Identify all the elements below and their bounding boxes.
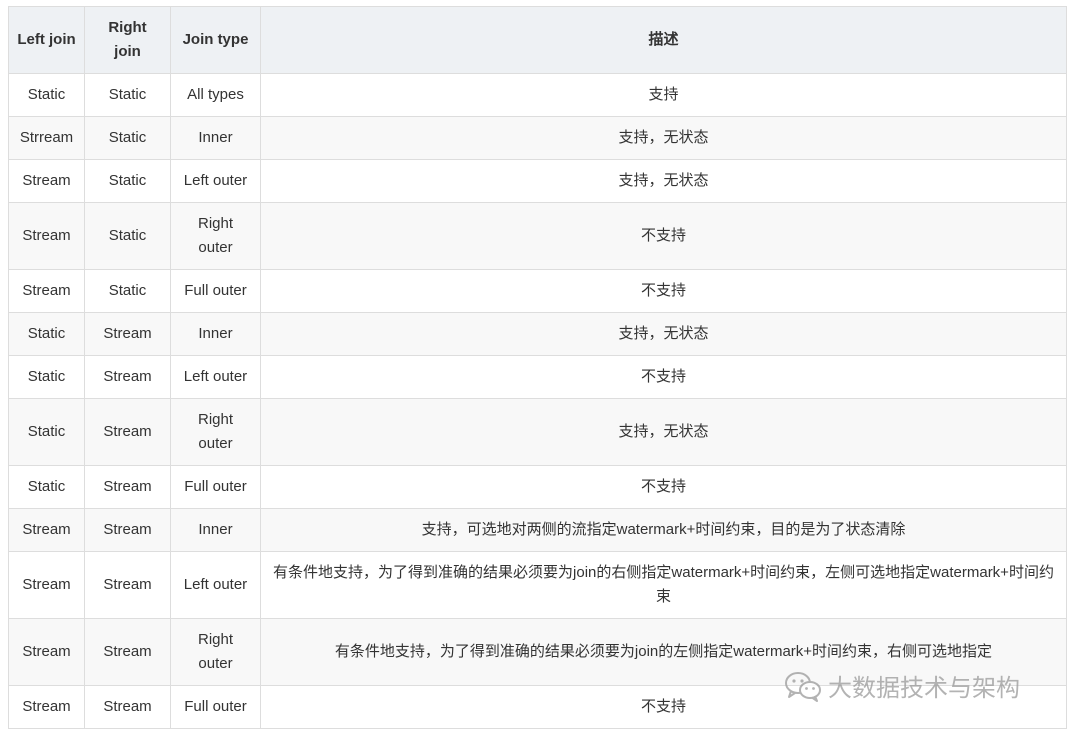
cell-left-join: Stream xyxy=(8,508,85,552)
cell-right-join: Static xyxy=(84,269,171,313)
cell-join-type: Full outer xyxy=(170,269,261,313)
cell-description: 不支持 xyxy=(260,355,1067,399)
cell-join-type: Full outer xyxy=(170,465,261,509)
cell-left-join: Static xyxy=(8,73,85,117)
header-row: Left join Right join Join type 描述 xyxy=(8,6,1067,74)
cell-join-type: Inner xyxy=(170,508,261,552)
cell-join-type: Right outer xyxy=(170,398,261,466)
cell-join-type: All types xyxy=(170,73,261,117)
table-row: Static Static All types 支持 xyxy=(8,73,1067,117)
cell-right-join: Static xyxy=(84,116,171,160)
cell-join-type: Left outer xyxy=(170,551,261,619)
cell-description: 不支持 xyxy=(260,269,1067,313)
header-description: 描述 xyxy=(260,6,1067,74)
cell-join-type: Right outer xyxy=(170,618,261,686)
table-row: Stream Stream Full outer 不支持 xyxy=(8,685,1067,729)
cell-right-join: Stream xyxy=(84,312,171,356)
cell-right-join: Stream xyxy=(84,465,171,509)
cell-description: 支持，无状态 xyxy=(260,398,1067,466)
cell-description: 不支持 xyxy=(260,202,1067,270)
cell-left-join: Strream xyxy=(8,116,85,160)
cell-join-type: Inner xyxy=(170,312,261,356)
table-row: Static Stream Left outer 不支持 xyxy=(8,355,1067,399)
cell-left-join: Stream xyxy=(8,202,85,270)
cell-description: 支持 xyxy=(260,73,1067,117)
cell-left-join: Static xyxy=(8,355,85,399)
cell-join-type: Right outer xyxy=(170,202,261,270)
cell-left-join: Stream xyxy=(8,618,85,686)
cell-left-join: Static xyxy=(8,312,85,356)
cell-right-join: Stream xyxy=(84,355,171,399)
cell-description: 支持，可选地对两侧的流指定watermark+时间约束，目的是为了状态清除 xyxy=(260,508,1067,552)
cell-description: 支持，无状态 xyxy=(260,116,1067,160)
cell-left-join: Static xyxy=(8,398,85,466)
table-row: Stream Stream Left outer 有条件地支持，为了得到准确的结… xyxy=(8,551,1067,619)
table-row: Stream Stream Inner 支持，可选地对两侧的流指定waterma… xyxy=(8,508,1067,552)
cell-description: 不支持 xyxy=(260,465,1067,509)
cell-left-join: Stream xyxy=(8,269,85,313)
cell-right-join: Stream xyxy=(84,551,171,619)
cell-description: 不支持 xyxy=(260,685,1067,729)
cell-join-type: Full outer xyxy=(170,685,261,729)
cell-right-join: Stream xyxy=(84,685,171,729)
cell-right-join: Static xyxy=(84,159,171,203)
table-row: Stream Stream Right outer 有条件地支持，为了得到准确的… xyxy=(8,618,1067,686)
cell-left-join: Stream xyxy=(8,551,85,619)
table-header: Left join Right join Join type 描述 xyxy=(8,6,1067,74)
cell-right-join: Stream xyxy=(84,398,171,466)
cell-left-join: Stream xyxy=(8,159,85,203)
header-left-join: Left join xyxy=(8,6,85,74)
cell-join-type: Inner xyxy=(170,116,261,160)
cell-join-type: Left outer xyxy=(170,159,261,203)
join-support-table: Left join Right join Join type 描述 Static… xyxy=(8,6,1067,729)
table-row: Strream Static Inner 支持，无状态 xyxy=(8,116,1067,160)
table-row: Stream Static Left outer 支持，无状态 xyxy=(8,159,1067,203)
cell-description: 支持，无状态 xyxy=(260,159,1067,203)
header-join-type: Join type xyxy=(170,6,261,74)
header-right-join: Right join xyxy=(84,6,171,74)
table-row: Stream Static Full outer 不支持 xyxy=(8,269,1067,313)
cell-description: 支持，无状态 xyxy=(260,312,1067,356)
cell-right-join: Stream xyxy=(84,508,171,552)
cell-right-join: Static xyxy=(84,73,171,117)
table-row: Static Stream Right outer 支持，无状态 xyxy=(8,398,1067,466)
cell-left-join: Stream xyxy=(8,685,85,729)
table-row: Static Stream Inner 支持，无状态 xyxy=(8,312,1067,356)
table-row: Stream Static Right outer 不支持 xyxy=(8,202,1067,270)
cell-right-join: Static xyxy=(84,202,171,270)
cell-right-join: Stream xyxy=(84,618,171,686)
cell-left-join: Static xyxy=(8,465,85,509)
table-row: Static Stream Full outer 不支持 xyxy=(8,465,1067,509)
cell-join-type: Left outer xyxy=(170,355,261,399)
table-body: Static Static All types 支持 Strream Stati… xyxy=(8,73,1067,729)
cell-description: 有条件地支持，为了得到准确的结果必须要为join的右侧指定watermark+时… xyxy=(260,551,1067,619)
cell-description: 有条件地支持，为了得到准确的结果必须要为join的左侧指定watermark+时… xyxy=(260,618,1067,686)
